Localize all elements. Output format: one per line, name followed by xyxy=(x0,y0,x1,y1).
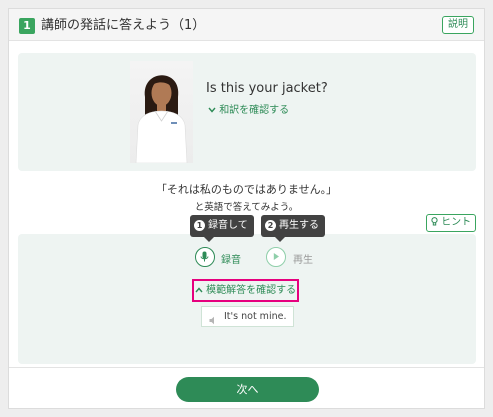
instructor-photo xyxy=(130,61,193,163)
hint-button[interactable]: ヒント xyxy=(426,214,476,232)
play-button[interactable] xyxy=(266,247,286,267)
record-tooltip-label: 録音して xyxy=(208,220,248,231)
translation-toggle-label: 和訳を確認する xyxy=(219,105,290,116)
question-number-badge: 1 xyxy=(19,18,35,34)
play-tooltip-label: 再生する xyxy=(279,220,319,231)
record-tooltip: 1 録音して xyxy=(190,215,254,242)
explain-button[interactable]: 説明 xyxy=(442,16,474,34)
play-label: 再生 xyxy=(293,255,313,266)
chevron-down-icon xyxy=(208,105,219,116)
instruction-subtext: と英語で答えてみよう。 xyxy=(194,202,299,213)
model-answer-toggle[interactable]: 模範解答を確認する xyxy=(192,279,299,302)
exercise-card: 1 講師の発話に答えよう（1） 説明 Is this your jacket? … xyxy=(8,8,485,409)
step-number: 1 xyxy=(194,220,205,231)
next-button[interactable]: 次へ xyxy=(176,377,319,402)
question-english-text: Is this your jacket? xyxy=(206,81,328,96)
instruction-japanese: 「それは私のものではありません。」 xyxy=(155,183,338,196)
footer-divider xyxy=(9,367,484,368)
exercise-title: 講師の発話に答えよう（1） xyxy=(41,18,206,33)
record-label: 録音 xyxy=(221,255,241,266)
hint-label: ヒント xyxy=(441,217,472,228)
model-answer-text: It's not mine. xyxy=(224,311,287,322)
speaker-icon xyxy=(209,313,219,332)
chevron-up-icon xyxy=(195,285,206,296)
translation-toggle[interactable]: 和訳を確認する xyxy=(208,101,289,116)
exercise-header: 1 講師の発話に答えよう（1） 説明 xyxy=(9,9,484,41)
step-number: 2 xyxy=(265,220,276,231)
model-answer-toggle-label: 模範解答を確認する xyxy=(206,285,297,296)
lightbulb-icon xyxy=(431,217,441,228)
play-tooltip: 2 再生する xyxy=(261,215,325,242)
record-button[interactable] xyxy=(195,247,215,267)
model-answer-audio[interactable]: It's not mine. xyxy=(201,306,294,327)
question-panel: Is this your jacket? 和訳を確認する xyxy=(18,53,476,171)
